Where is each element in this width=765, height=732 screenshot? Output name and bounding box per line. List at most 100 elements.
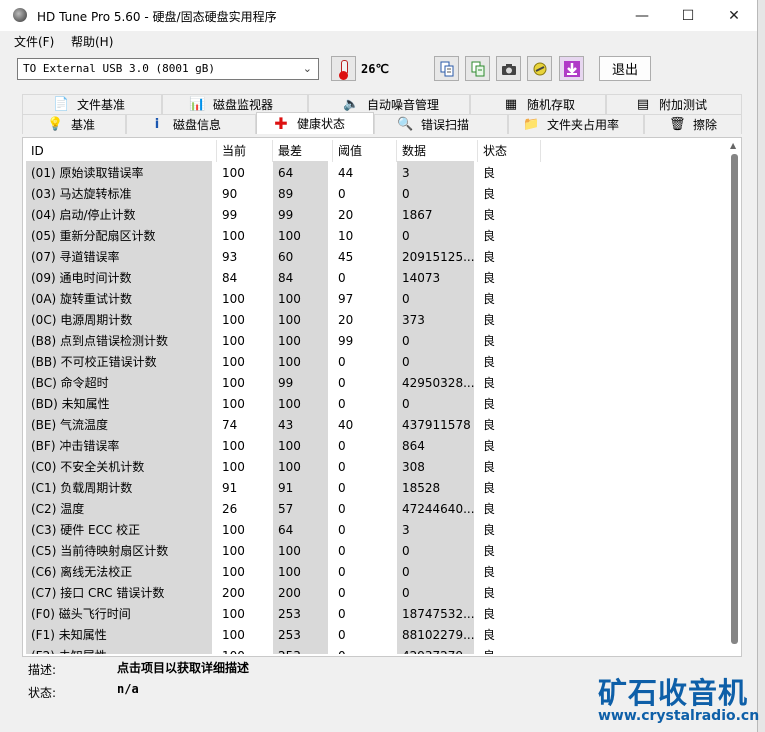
cell-current: 100 [222,523,245,537]
tab-disk-monitor[interactable]: 📊 磁盘监视器 [162,94,308,114]
exit-button[interactable]: 退出 [599,56,651,81]
col-header-status[interactable]: 状态 [478,140,541,162]
copy-info-button[interactable] [465,56,490,81]
cell-data: 3 [402,523,410,537]
table-row[interactable]: (05) 重新分配扇区计数 100 100 10 0 良 [26,226,726,247]
copy-text-button[interactable] [434,56,459,81]
cell-threshold: 0 [338,355,346,369]
tab-benchmark-label: 基准 [71,118,96,132]
status-label: 状态: [28,686,57,700]
cell-threshold: 45 [338,250,354,264]
cell-worst: 100 [278,460,301,474]
close-button[interactable]: ✕ [711,0,757,31]
cell-threshold: 0 [338,628,346,642]
menu-help[interactable]: 帮助(H) [71,33,113,50]
table-row[interactable]: (BE) 气流温度 74 43 40 437911578 良 [26,415,726,436]
temperature-button[interactable] [331,56,356,81]
smart-table[interactable]: ID 当前 最差 阈值 数据 状态 (01) 原始读取错误率 100 64 44 3 良(… [26,140,726,654]
cell-status: 良 [483,355,496,369]
drive-select[interactable]: TO External USB 3.0 (8001 gB) ⌄ [17,58,319,80]
table-row[interactable]: (C3) 硬件 ECC 校正 100 64 0 3 良 [26,520,726,541]
title-bar: HD Tune Pro 5.60 - 硬盘/固态硬盘实用程序 — ☐ ✕ [0,0,757,31]
vertical-scrollbar[interactable] [731,154,738,644]
cell-threshold: 0 [338,544,346,558]
cell-worst: 200 [278,586,301,600]
cell-current: 26 [222,502,238,516]
cell-worst: 100 [278,229,301,243]
cell-current: 93 [222,250,238,264]
menu-file[interactable]: 文件(F) [14,33,54,50]
cell-current: 100 [222,166,245,180]
table-row[interactable]: (0C) 电源周期计数 100 100 20 373 良 [26,310,726,331]
tab-file-benchmark[interactable]: 📄 文件基准 [22,94,162,114]
table-row[interactable]: (F1) 未知属性 100 253 0 88102279... 良 [26,625,726,646]
cell-threshold: 0 [338,439,346,453]
watermark-logo-text: 矿石收音机 [598,676,749,710]
col-header-current[interactable]: 当前 [217,140,273,162]
cell-id: (BC) 命令超时 [31,376,109,390]
table-row[interactable]: (BC) 命令超时 100 99 0 42950328... 良 [26,373,726,394]
cell-current: 90 [222,187,238,201]
table-row[interactable]: (C2) 温度 26 57 0 47244640... 良 [26,499,726,520]
cell-worst: 64 [278,166,294,180]
minimize-button[interactable]: — [619,0,665,31]
cell-threshold: 0 [338,271,346,285]
table-row[interactable]: (09) 通电时间计数 84 84 0 14073 良 [26,268,726,289]
tab-disk-info[interactable]: i 磁盘信息 [126,114,256,134]
scroll-up-arrow-icon[interactable]: ▲ [730,141,736,150]
lightbulb-icon: 💡 [47,116,64,132]
cell-data: 0 [402,355,410,369]
table-row[interactable]: (C0) 不安全关机计数 100 100 0 308 良 [26,457,726,478]
health-cross-icon: ✚ [274,113,288,133]
camera-icon [501,63,516,75]
col-header-data[interactable]: 数据 [397,140,478,162]
table-row[interactable]: (07) 寻道错误率 93 60 45 20915125... 良 [26,247,726,268]
options-button[interactable] [527,56,552,81]
tab-random-access[interactable]: ▦ 随机存取 [470,94,606,114]
status-text: n/a [117,682,139,696]
table-row[interactable]: (C6) 离线无法校正 100 100 0 0 良 [26,562,726,583]
tab-benchmark[interactable]: 💡 基准 [22,114,126,134]
cell-worst: 99 [278,376,294,390]
table-row[interactable]: (F0) 磁头飞行时间 100 253 0 18747532... 良 [26,604,726,625]
col-header-worst[interactable]: 最差 [273,140,333,162]
table-row[interactable]: (BB) 不可校正错误计数 100 100 0 0 良 [26,352,726,373]
table-row[interactable]: (C5) 当前待映射扇区计数 100 100 0 0 良 [26,541,726,562]
cell-current: 100 [222,565,245,579]
cell-worst: 64 [278,523,294,537]
col-header-threshold[interactable]: 阈值 [333,140,397,162]
cell-data: 0 [402,397,410,411]
cell-current: 100 [222,292,245,306]
tab-aam[interactable]: 🔈 自动噪音管理 [308,94,470,114]
cell-current: 100 [222,460,245,474]
tab-error-scan[interactable]: 🔍 错误扫描 [374,114,508,134]
table-row[interactable]: (B8) 点到点错误检测计数 100 100 99 0 良 [26,331,726,352]
save-button[interactable] [559,56,584,81]
col-header-id[interactable]: ID [26,140,217,162]
cell-status: 良 [483,229,496,243]
table-row[interactable]: (0A) 旋转重试计数 100 100 97 0 良 [26,289,726,310]
table-row[interactable]: (F2) 未知属性 100253042937279...良 [26,646,726,654]
table-row[interactable]: (C7) 接口 CRC 错误计数 200 200 0 0 良 [26,583,726,604]
table-row[interactable]: (01) 原始读取错误率 100 64 44 3 良 [26,163,726,184]
cell-worst: 57 [278,502,294,516]
table-row[interactable]: (04) 启动/停止计数 99 99 20 1867 良 [26,205,726,226]
table-row[interactable]: (BD) 未知属性 100 100 0 0 良 [26,394,726,415]
tab-folder-usage[interactable]: 📁 文件夹占用率 [508,114,644,134]
tab-extra-tests-label: 附加测试 [659,98,708,112]
table-row[interactable]: (03) 马达旋转标准 90 89 0 0 良 [26,184,726,205]
table-row[interactable]: (C1) 负载周期计数 91 91 0 18528 良 [26,478,726,499]
table-row[interactable]: (BF) 冲击错误率 100 100 0 864 良 [26,436,726,457]
cell-id: (C0) 不安全关机计数 [31,460,145,474]
description-label: 描述: [28,663,57,677]
menu-bar: 文件(F) 帮助(H) [0,31,757,51]
cell-data: 20915125... [402,250,475,264]
cell-status: 良 [483,502,496,516]
cell-current: 100 [222,355,245,369]
tab-health[interactable]: ✚ 健康状态 [256,112,374,134]
cell-status: 良 [483,292,496,306]
screenshot-button[interactable] [496,56,521,81]
maximize-button[interactable]: ☐ [665,0,711,31]
tab-erase[interactable]: 🗑 擦除 [644,114,742,134]
tab-extra-tests[interactable]: ▤ 附加测试 [606,94,742,114]
